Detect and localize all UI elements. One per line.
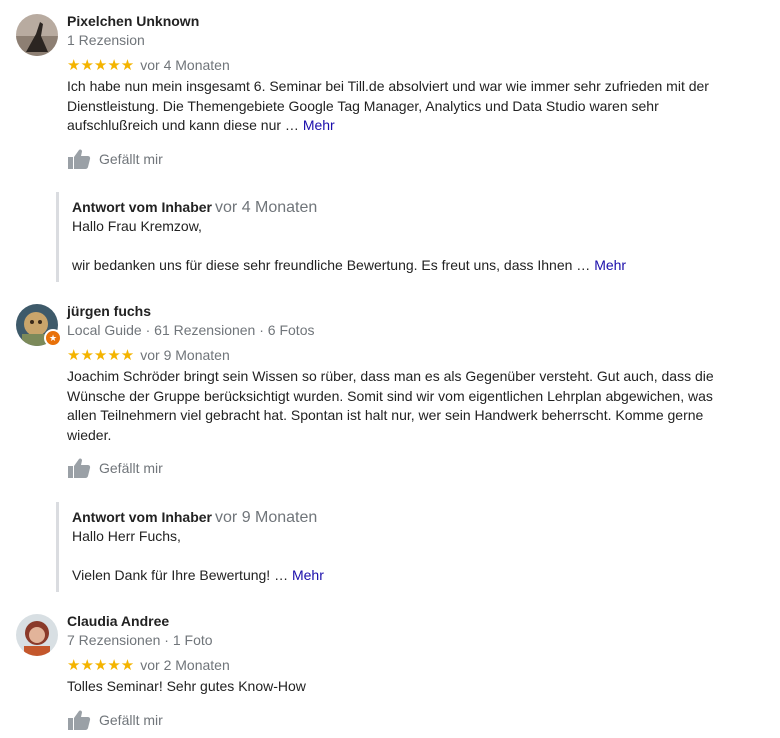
reply-greeting: Hallo Frau Kremzow, [72, 218, 202, 234]
author-meta[interactable]: 1 Rezension [67, 32, 145, 48]
review-text: Ich habe nun mein insgesamt 6. Seminar b… [67, 77, 717, 136]
author-meta[interactable]: Local Guide · 61 Rezensionen · 6 Fotos [67, 322, 314, 338]
reply-label: Antwort vom Inhaber [72, 509, 213, 525]
thumbs-up-icon [68, 458, 91, 478]
review-text-body: Ich habe nun mein insgesamt 6. Seminar b… [67, 78, 709, 133]
review-time: vor 4 Monaten [140, 57, 230, 73]
rating-row: ★★★★★ vor 4 Monaten [67, 56, 230, 74]
rating-row: ★★★★★ vor 2 Monaten [67, 656, 230, 674]
reply-time: vor 4 Monaten [215, 199, 318, 216]
like-button[interactable]: Gefällt mir [67, 709, 163, 731]
author-name[interactable]: Pixelchen Unknown [67, 13, 199, 29]
like-label: Gefällt mir [99, 460, 163, 476]
star-rating-icon: ★★★★★ [67, 347, 135, 364]
avatar[interactable] [16, 614, 58, 656]
reply-more-link[interactable]: Mehr [594, 257, 626, 273]
thumbs-up-icon [68, 149, 91, 169]
star-rating-icon: ★★★★★ [67, 657, 135, 674]
local-guide-badge-icon: ★ [44, 329, 62, 347]
reply-body-text: Vielen Dank für Ihre Bewertung! … [72, 566, 289, 583]
rating-row: ★★★★★ vor 9 Monaten [67, 346, 230, 364]
author-name[interactable]: jürgen fuchs [67, 303, 151, 319]
thumbs-up-icon [68, 710, 91, 730]
avatar[interactable] [16, 14, 58, 56]
owner-reply: Antwort vom Inhaber vor 9 Monaten Hallo H… [56, 502, 772, 592]
reply-more-link[interactable]: Mehr [292, 567, 324, 583]
reply-body: Vielen Dank für Ihre Bewertung! … Mehr [72, 566, 772, 586]
reply-body-text: wir bedanken uns für diese sehr freundli… [72, 256, 591, 273]
reply-body: wir bedanken uns für diese sehr freundli… [72, 256, 772, 276]
like-button[interactable]: Gefällt mir [67, 457, 163, 479]
author-name[interactable]: Claudia Andree [67, 613, 169, 629]
like-label: Gefällt mir [99, 151, 163, 167]
like-label: Gefällt mir [99, 712, 163, 728]
author-meta[interactable]: 7 Rezensionen · 1 Foto [67, 632, 213, 648]
review-text: Joachim Schröder bringt sein Wissen so r… [67, 368, 714, 443]
more-link[interactable]: Mehr [303, 117, 335, 133]
reply-greeting: Hallo Herr Fuchs, [72, 528, 181, 544]
reply-label: Antwort vom Inhaber [72, 199, 213, 215]
star-rating-icon: ★★★★★ [67, 57, 135, 74]
owner-reply: Antwort vom Inhaber vor 4 Monaten Hallo F… [56, 192, 772, 282]
review-time: vor 9 Monaten [140, 347, 230, 363]
like-button[interactable]: Gefällt mir [67, 148, 163, 170]
review-time: vor 2 Monaten [140, 657, 230, 673]
review-text: Tolles Seminar! Sehr gutes Know-How [67, 678, 306, 694]
reply-time: vor 9 Monaten [215, 509, 318, 526]
